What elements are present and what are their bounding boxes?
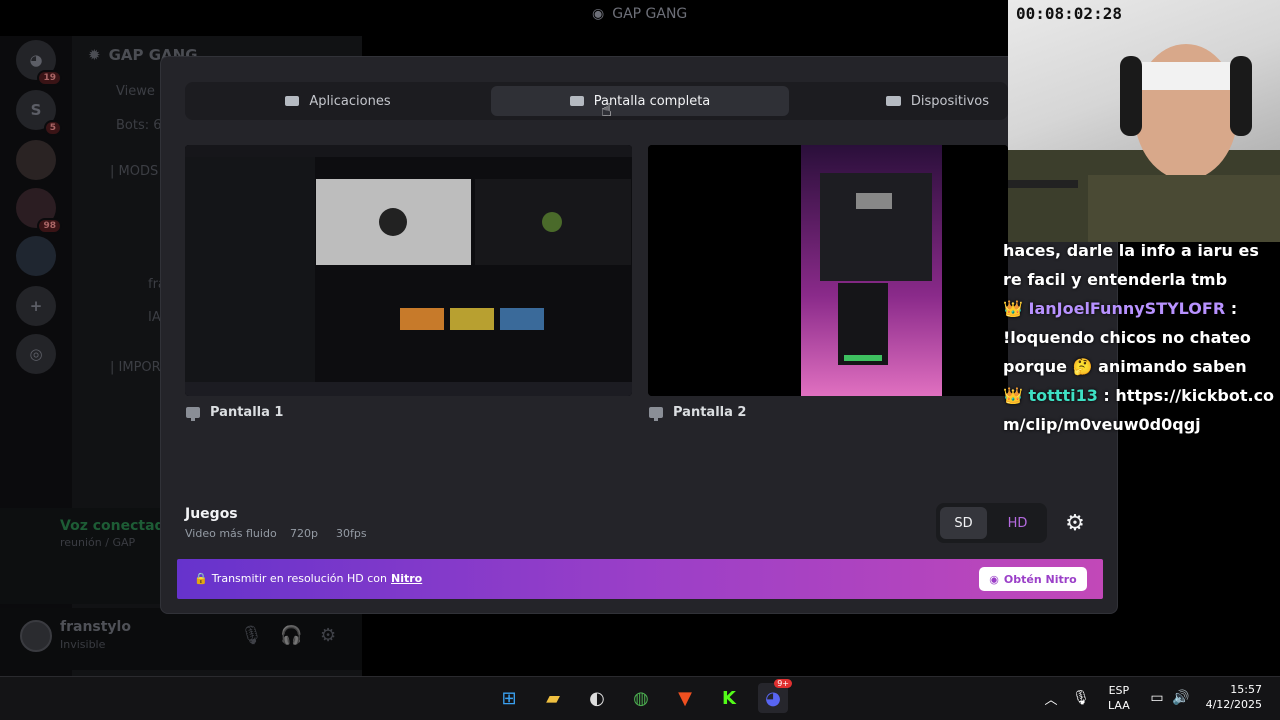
server-icon[interactable] (16, 140, 56, 180)
server-badge: 5 (43, 120, 62, 136)
screen-name: Pantalla 1 (210, 405, 284, 420)
tab-pantalla-completa[interactable]: Pantalla completa (491, 86, 789, 116)
screen-2-thumbnail (648, 145, 1008, 396)
chrome-icon[interactable]: ◍ (626, 683, 656, 713)
category-label[interactable]: | IMPOR (110, 360, 161, 375)
server-icon[interactable] (16, 236, 56, 276)
microphone-icon[interactable]: 🎙 (240, 625, 263, 646)
preset-subtitle: Video más fluido (185, 527, 277, 540)
server-icon[interactable]: 98 (16, 188, 62, 234)
windows-start-icon[interactable]: ⊞ (494, 683, 524, 713)
screen-preview-2[interactable] (648, 145, 1008, 396)
voice-status: Voz conectada (60, 518, 174, 534)
stream-timer: 00:08:02:28 (1016, 4, 1122, 23)
obs-icon[interactable]: ◐ (582, 683, 612, 713)
channel-item[interactable]: Bots: 6 (116, 118, 162, 133)
add-server-icon[interactable]: + (16, 286, 56, 326)
server-logo-icon: ◉ (592, 6, 605, 22)
tab-label: Dispositivos (910, 93, 989, 109)
category-label[interactable]: | MODS (110, 164, 158, 179)
chat-message: haces, darle la info a iaru es re facil … (1003, 236, 1275, 294)
window-title: ◉ GAP GANG (592, 6, 688, 22)
webcam-overlay (1008, 0, 1280, 242)
chat-message: 👑 IanJoelFunnySTYLOFR : !loquendo chicos… (1003, 299, 1251, 376)
chevron-up-icon[interactable]: ︿ (1036, 683, 1066, 713)
layout-code: LAA (1108, 699, 1130, 712)
mouse-cursor-icon: ☝ (601, 100, 612, 121)
chat-text: haces, darle la info a iaru es re facil … (1003, 241, 1259, 289)
tab-aplicaciones[interactable]: Aplicaciones (189, 86, 487, 116)
crown-icon: 👑 (1003, 299, 1023, 318)
nitro-banner-text: 🔒 Transmitir en resolución HD con Nitro (194, 572, 422, 585)
screen-preview-1[interactable] (185, 145, 632, 396)
discord-home-icon[interactable]: ◕ 19 (16, 40, 62, 86)
discord-badge: 9+ (774, 679, 792, 688)
monitor-icon (186, 407, 200, 421)
user-status: Invisible (60, 638, 106, 651)
chat-message: 👑 tottti13 : https://kickbot.com/clip/m0… (1003, 386, 1275, 434)
kick-icon[interactable]: K (714, 683, 744, 713)
screen-1-thumbnail (185, 145, 632, 396)
chat-text: !loquendo chicos no chateo porque 🤔 anim… (1003, 328, 1251, 376)
voice-channel[interactable]: reunión / GAP (60, 536, 135, 549)
get-nitro-label: Obtén Nitro (1003, 572, 1077, 586)
microphone-icon[interactable]: 🎙 (1066, 683, 1096, 713)
stream-settings-gear-icon[interactable]: ⚙ (1058, 506, 1092, 540)
screen-label-2: Pantalla 2 (649, 405, 747, 421)
preset-resolution: 720p (290, 527, 318, 540)
monitor-icon (569, 96, 584, 106)
file-explorer-icon[interactable]: ▰ (538, 683, 568, 713)
gear-icon: ✹ (88, 46, 101, 64)
preset-fps: 30fps (336, 527, 367, 540)
date: 4/12/2025 (1205, 698, 1262, 711)
get-nitro-button[interactable]: ◉ Obtén Nitro (979, 567, 1087, 591)
crown-icon: 👑 (1003, 386, 1023, 405)
screen-label-1: Pantalla 1 (186, 405, 284, 421)
brave-icon[interactable]: ▼ (670, 683, 700, 713)
username: franstylo (60, 619, 131, 635)
lock-icon: 🔒 (194, 572, 208, 585)
nitro-icon: ◉ (989, 572, 999, 586)
time: 15:57 (1230, 683, 1262, 696)
sd-button[interactable]: SD (940, 507, 987, 539)
discord-icon[interactable]: ◕ 9+ (758, 679, 792, 713)
preset-title: Juegos (185, 506, 238, 522)
home-badge: 19 (37, 70, 62, 86)
monitor-icon (649, 407, 663, 421)
chat-user: tottti13 (1028, 386, 1098, 405)
headphones-icon[interactable]: 🎧 (280, 625, 302, 646)
window-icon (285, 96, 300, 106)
tab-dispositivos[interactable]: Dispositivos (793, 86, 1005, 116)
server-icon[interactable]: S5 (16, 90, 62, 136)
user-panel (0, 608, 362, 670)
explore-icon[interactable]: ◎ (16, 334, 56, 374)
banner-message: Transmitir en resolución HD con (211, 572, 387, 585)
chat-user: IanJoelFunnySTYLOFR (1028, 299, 1226, 318)
channel-item[interactable]: Viewe (116, 84, 155, 99)
camera-icon (885, 96, 901, 106)
stream-chat: haces, darle la info a iaru es re facil … (1003, 236, 1275, 439)
screen-name: Pantalla 2 (673, 405, 747, 420)
nitro-link[interactable]: Nitro (391, 572, 422, 585)
tab-label: Aplicaciones (309, 93, 391, 109)
server-badge: 98 (37, 218, 62, 234)
clock[interactable]: 15:57 4/12/2025 (1192, 682, 1262, 712)
hd-button[interactable]: HD (994, 507, 1041, 539)
avatar[interactable] (20, 620, 52, 652)
settings-gear-icon[interactable]: ⚙ (320, 625, 336, 646)
language-indicator[interactable]: ESP LAA (1108, 683, 1130, 713)
streamer-cam (1008, 44, 1280, 242)
voice-member[interactable]: IA (148, 310, 161, 325)
lang-code: ESP (1108, 684, 1130, 697)
